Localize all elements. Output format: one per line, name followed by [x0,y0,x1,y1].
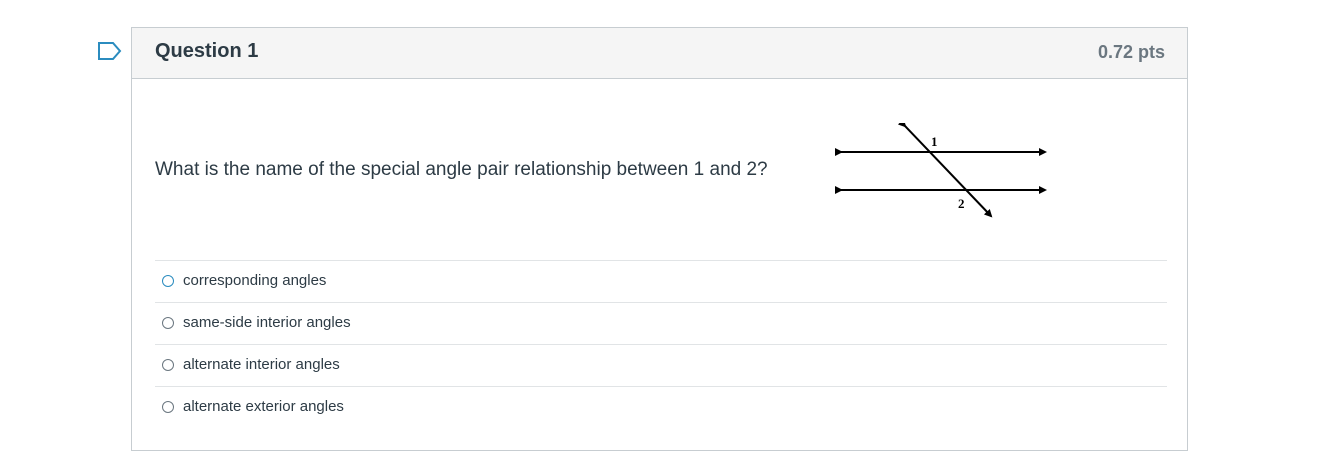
answer-option[interactable]: same-side interior angles [155,302,1167,344]
angle-label-2: 2 [958,196,965,211]
answer-radio[interactable] [162,275,174,287]
question-header: Question 1 0.72 pts [132,28,1187,79]
question-points: 0.72 pts [1097,42,1165,62]
transversal-line [897,123,993,218]
answer-label[interactable]: corresponding angles [183,272,326,289]
angle-label-1: 1 [931,134,938,149]
answer-option[interactable]: alternate interior angles [155,344,1167,386]
answer-option[interactable]: corresponding angles [155,260,1167,302]
quiz-page: Question 1 0.72 pts What is the name of … [0,0,1335,463]
question-title: Question 1 [155,40,259,62]
parallel-lines-diagram: 1 2 [835,123,1047,218]
flag-question-icon[interactable] [97,41,123,61]
question-text: What is the name of the special angle pa… [155,159,768,180]
answer-label[interactable]: alternate interior angles [183,356,340,373]
answer-label[interactable]: same-side interior angles [183,314,351,331]
answer-label[interactable]: alternate exterior angles [183,398,344,415]
question-card: Question 1 0.72 pts What is the name of … [131,27,1188,451]
answer-radio[interactable] [162,317,174,329]
answer-option[interactable]: alternate exterior angles [155,386,1167,428]
answer-list: corresponding angles same-side interior … [155,260,1167,428]
answer-radio[interactable] [162,359,174,371]
answer-radio[interactable] [162,401,174,413]
